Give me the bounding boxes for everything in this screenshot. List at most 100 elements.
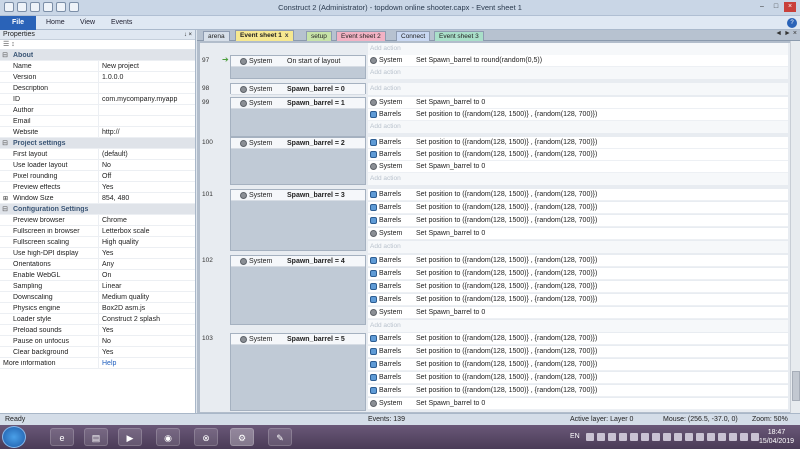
- add-action-link[interactable]: Add action: [368, 241, 788, 253]
- property-row[interactable]: Sampling Linear: [0, 280, 195, 292]
- condition-row[interactable]: System Spawn_barrel = 4: [231, 256, 365, 267]
- construct2-icon[interactable]: ⚙: [230, 428, 254, 446]
- property-row[interactable]: Downscaling Medium quality: [0, 291, 195, 303]
- tab-events[interactable]: Events: [111, 16, 132, 30]
- condition-row[interactable]: System On start of layout: [231, 56, 365, 67]
- property-value[interactable]: Any: [98, 258, 195, 270]
- action-row[interactable]: Barrels Set position to ({random(128, 150…: [368, 333, 788, 345]
- action-text[interactable]: Set position to ({random(128, 1500)} , {…: [416, 189, 597, 201]
- property-category[interactable]: ⊟ Project settings: [0, 138, 195, 149]
- action-text[interactable]: Set position to ({random(128, 1500)} , {…: [416, 359, 597, 371]
- property-row[interactable]: Loader style Construct 2 splash: [0, 313, 195, 325]
- property-value[interactable]: Yes: [98, 247, 195, 259]
- condition-text[interactable]: Spawn_barrel = 2: [287, 138, 345, 149]
- property-value[interactable]: com.mycompany.myapp: [98, 93, 195, 105]
- condition-object[interactable]: System: [240, 138, 272, 149]
- property-value[interactable]: Linear: [98, 280, 195, 292]
- action-text[interactable]: Set Spawn_barrel to 0: [416, 228, 485, 240]
- action-object[interactable]: System: [370, 307, 402, 319]
- action-text[interactable]: Set position to ({random(128, 1500)} , {…: [416, 149, 597, 161]
- tab-close-icon[interactable]: x: [285, 32, 289, 39]
- event-condition-block[interactable]: System Spawn_barrel = 5: [230, 333, 366, 411]
- tray-icon[interactable]: [751, 433, 759, 441]
- add-action-link[interactable]: Add action: [368, 67, 788, 79]
- action-text[interactable]: Set position to ({random(128, 1500)} , {…: [416, 255, 597, 267]
- action-row[interactable]: Barrels Set position to ({random(128, 150…: [368, 359, 788, 371]
- tab-event-sheet-2[interactable]: Event sheet 2: [336, 31, 386, 41]
- tray-icon[interactable]: [586, 433, 594, 441]
- tab-event-sheet-3[interactable]: Event sheet 3: [434, 31, 484, 41]
- action-row[interactable]: System Set Spawn_barrel to 0: [368, 307, 788, 319]
- maximize-button[interactable]: □: [770, 2, 782, 12]
- help-link[interactable]: Help: [98, 357, 195, 369]
- action-text[interactable]: Set position to ({random(128, 1500)} , {…: [416, 333, 597, 345]
- action-row[interactable]: Barrels Set position to ({random(128, 150…: [368, 189, 788, 201]
- add-action-link[interactable]: Add action: [368, 43, 788, 55]
- tab-scroll-controls[interactable]: ◄ ► ×: [775, 30, 797, 37]
- property-value[interactable]: 854, 480: [98, 192, 195, 204]
- tab-event-sheet-1[interactable]: Event sheet 1x: [235, 30, 294, 41]
- tray-icon[interactable]: [652, 433, 660, 441]
- action-row[interactable]: System Set Spawn_barrel to 0: [368, 161, 788, 173]
- property-row[interactable]: Fullscreen in browser Letterbox scale: [0, 225, 195, 237]
- property-value[interactable]: High quality: [98, 236, 195, 248]
- action-text[interactable]: Set position to ({random(128, 1500)} , {…: [416, 346, 597, 358]
- collapse-icon[interactable]: ⊟: [0, 139, 10, 147]
- tab-arena[interactable]: arena: [203, 31, 230, 41]
- condition-text[interactable]: Spawn_barrel = 3: [287, 190, 345, 201]
- tab-setup[interactable]: setup: [306, 31, 332, 41]
- action-object[interactable]: Barrels: [370, 385, 401, 397]
- property-row[interactable]: Orientations Any: [0, 258, 195, 270]
- action-row[interactable]: Barrels Set position to ({random(128, 150…: [368, 372, 788, 384]
- condition-object[interactable]: System: [240, 334, 272, 345]
- property-value[interactable]: New project: [98, 60, 195, 72]
- property-value[interactable]: No: [98, 159, 195, 171]
- tray-icon[interactable]: [619, 433, 627, 441]
- action-row[interactable]: Barrels Set position to ({random(128, 150…: [368, 149, 788, 161]
- action-object[interactable]: Barrels: [370, 372, 401, 384]
- tray-icon[interactable]: [608, 433, 616, 441]
- property-row[interactable]: Enable WebGL On: [0, 269, 195, 281]
- tray-icon[interactable]: [630, 433, 638, 441]
- action-row[interactable]: Barrels Set position to ({random(128, 150…: [368, 385, 788, 397]
- property-row[interactable]: Author: [0, 104, 195, 116]
- property-value[interactable]: (default): [98, 148, 195, 160]
- action-object[interactable]: System: [370, 228, 402, 240]
- property-value[interactable]: Yes: [98, 324, 195, 336]
- event-condition-block[interactable]: System Spawn_barrel = 2: [230, 137, 366, 185]
- collapse-icon[interactable]: ⊟: [0, 51, 10, 59]
- property-value[interactable]: Medium quality: [98, 291, 195, 303]
- property-value[interactable]: Off: [98, 170, 195, 182]
- property-row[interactable]: Fullscreen scaling High quality: [0, 236, 195, 248]
- condition-row[interactable]: System Spawn_barrel = 5: [231, 334, 365, 345]
- tray-icon[interactable]: [707, 433, 715, 441]
- app-icon-x[interactable]: ⊗: [194, 428, 218, 446]
- start-button[interactable]: [2, 426, 26, 448]
- tray-icon[interactable]: [663, 433, 671, 441]
- action-row[interactable]: System Set Spawn_barrel to round(random(0…: [368, 55, 788, 67]
- property-row[interactable]: Pause on unfocus No: [0, 335, 195, 347]
- action-row[interactable]: Barrels Set position to ({random(128, 150…: [368, 202, 788, 214]
- action-row[interactable]: Barrels Set position to ({random(128, 150…: [368, 346, 788, 358]
- action-text[interactable]: Set position to ({random(128, 1500)} , {…: [416, 294, 597, 306]
- condition-object[interactable]: System: [240, 98, 272, 109]
- condition-object[interactable]: System: [240, 256, 272, 267]
- action-text[interactable]: Set Spawn_barrel to round(random(0,5)): [416, 55, 542, 67]
- event-condition-block[interactable]: System Spawn_barrel = 3: [230, 189, 366, 251]
- property-value[interactable]: Yes: [98, 181, 195, 193]
- condition-text[interactable]: Spawn_barrel = 0: [287, 84, 345, 95]
- condition-text[interactable]: On start of layout: [287, 56, 340, 67]
- panel-pin-icon[interactable]: ↓ ×: [184, 30, 192, 40]
- tray-icon[interactable]: [674, 433, 682, 441]
- expand-icon[interactable]: ⊞: [3, 195, 8, 202]
- property-value[interactable]: Yes: [98, 346, 195, 358]
- tab-view[interactable]: View: [80, 16, 95, 30]
- action-row[interactable]: System Set Spawn_barrel to 0: [368, 228, 788, 240]
- paint-icon[interactable]: ✎: [268, 428, 292, 446]
- property-row[interactable]: Use high-DPI display Yes: [0, 247, 195, 259]
- action-object[interactable]: Barrels: [370, 215, 401, 227]
- property-value[interactable]: Letterbox scale: [98, 225, 195, 237]
- property-value[interactable]: On: [98, 269, 195, 281]
- tray-icon[interactable]: [729, 433, 737, 441]
- tray-icon[interactable]: [740, 433, 748, 441]
